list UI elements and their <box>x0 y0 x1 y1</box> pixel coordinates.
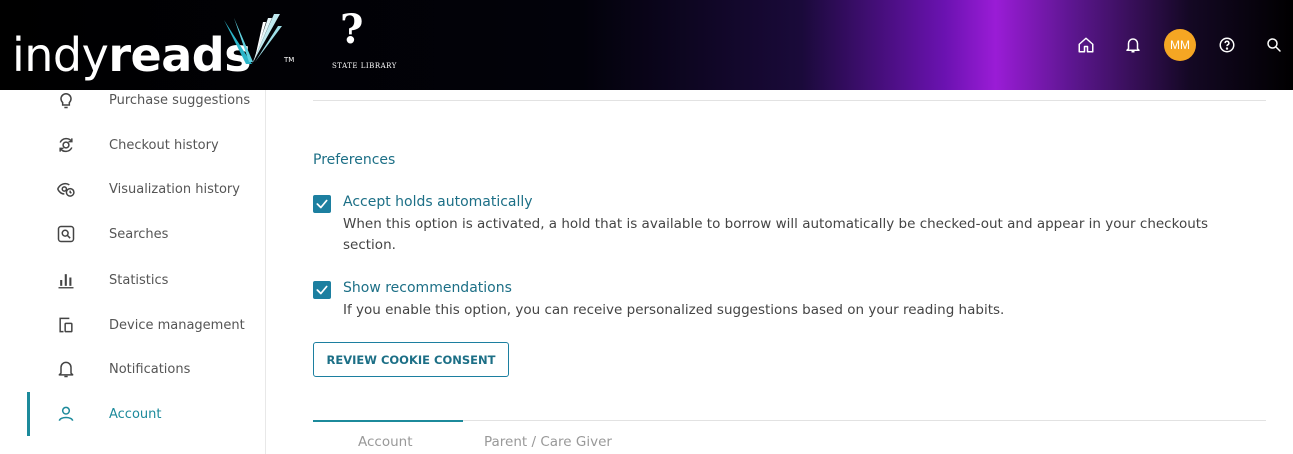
sidebar-item-label: Searches <box>109 226 169 242</box>
sidebar-item-purchase-suggestions[interactable]: Purchase suggestions <box>0 78 265 122</box>
state-library-mark: ? <box>340 6 364 53</box>
bar-chart-icon <box>54 268 78 292</box>
bell-icon <box>54 357 78 381</box>
sidebar-item-label: Checkout history <box>109 137 219 153</box>
user-icon <box>54 402 78 426</box>
visualization-history-icon <box>54 177 78 201</box>
checkmark-icon <box>316 285 328 295</box>
show-recommendations-label[interactable]: Show recommendations <box>343 280 512 296</box>
sidebar-item-label: Account <box>109 406 162 422</box>
sidebar-item-statistics[interactable]: Statistics <box>0 258 265 302</box>
logo-feather-icon <box>224 14 282 64</box>
accept-holds-label[interactable]: Accept holds automatically <box>343 194 533 210</box>
notifications-button[interactable] <box>1114 26 1152 64</box>
search-box-icon <box>54 222 78 246</box>
accept-holds-checkbox[interactable] <box>313 195 331 213</box>
header-actions: MM <box>1058 26 1293 64</box>
sidebar-item-searches[interactable]: Searches <box>0 212 265 256</box>
sidebar-item-checkout-history[interactable]: Checkout history <box>0 123 265 167</box>
state-library-logo[interactable]: ? STATE LIBRARY <box>330 10 420 76</box>
lightbulb-icon <box>54 88 78 112</box>
home-button[interactable] <box>1067 26 1105 64</box>
app-header: indyreads TM ? STATE LIBRARY MM <box>0 0 1293 90</box>
sidebar-item-label: Device management <box>109 317 245 333</box>
indyreads-logo[interactable]: indyreads <box>12 8 252 78</box>
sidebar-item-device-management[interactable]: Device management <box>0 303 265 347</box>
sidebar-item-label: Notifications <box>109 361 191 377</box>
section-title: Preferences <box>313 152 396 168</box>
show-recommendations-checkbox[interactable] <box>313 281 331 299</box>
checkout-history-icon <box>54 133 78 157</box>
avatar: MM <box>1164 29 1196 61</box>
bell-icon <box>1126 38 1140 53</box>
home-icon <box>1078 37 1094 53</box>
state-library-name: STATE LIBRARY <box>332 62 397 70</box>
active-tab-indicator <box>313 420 463 422</box>
review-cookie-consent-button[interactable]: REVIEW COOKIE CONSENT <box>313 342 509 377</box>
divider <box>313 100 1266 101</box>
tab-account[interactable]: Account <box>358 434 413 450</box>
user-menu-button[interactable]: MM <box>1161 26 1199 64</box>
sidebar-item-label: Purchase suggestions <box>109 92 251 108</box>
sidebar-item-notifications[interactable]: Notifications <box>0 347 265 391</box>
accept-holds-description: When this option is activated, a hold th… <box>343 216 1209 253</box>
checkmark-icon <box>316 199 328 209</box>
logo-trademark: TM <box>284 56 295 64</box>
tab-parent-care-giver[interactable]: Parent / Care Giver <box>484 434 612 450</box>
search-button[interactable] <box>1255 26 1293 64</box>
sidebar-item-visualization-history[interactable]: Visualization history <box>0 167 265 211</box>
account-sidebar: Purchase suggestions Checkout history Vi… <box>0 90 266 454</box>
sidebar-item-label: Statistics <box>109 272 169 288</box>
sidebar-item-label: Visualization history <box>109 181 240 197</box>
logo-text-light: indy <box>12 28 109 82</box>
help-button[interactable] <box>1208 26 1246 64</box>
search-icon <box>1267 38 1281 52</box>
account-main: Preferences Accept holds automatically W… <box>266 90 1293 454</box>
sidebar-item-account[interactable]: Account <box>0 392 265 436</box>
show-recommendations-description: If you enable this option, you can recei… <box>343 302 1005 318</box>
devices-icon <box>54 313 78 337</box>
help-icon <box>1219 37 1235 53</box>
